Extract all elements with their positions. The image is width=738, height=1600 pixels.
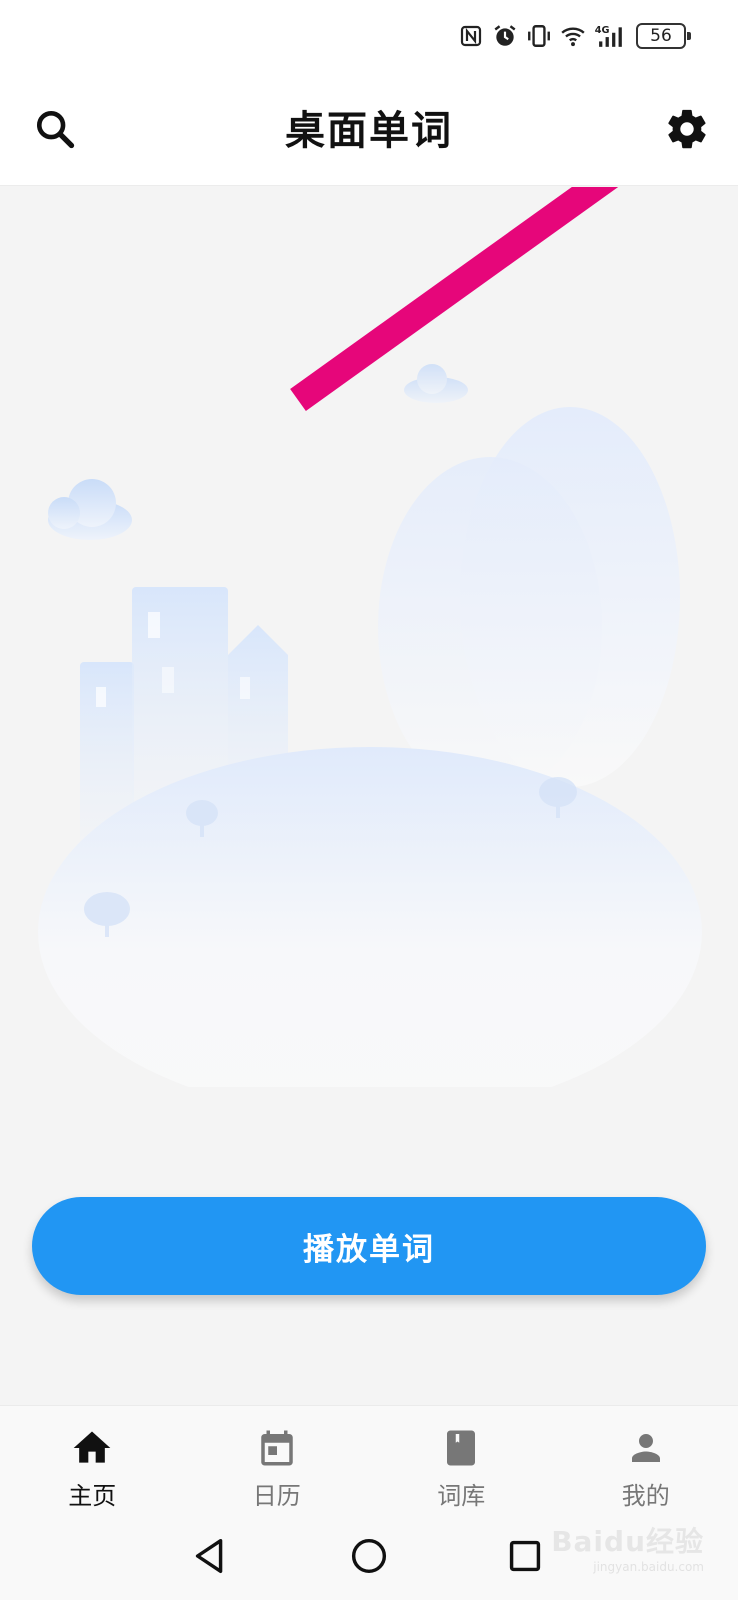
system-back-button[interactable]	[188, 1533, 234, 1579]
alarm-icon	[492, 23, 518, 49]
nav-item-home[interactable]: 主页	[0, 1406, 185, 1515]
status-bar: 4G 56	[0, 0, 738, 70]
nav-label: 词库	[437, 1482, 486, 1510]
nav-label: 主页	[68, 1482, 117, 1510]
play-words-button[interactable]: 播放单词	[32, 1197, 706, 1295]
system-recents-button[interactable]	[502, 1533, 548, 1579]
bottom-nav: 主页 日历 词库 我的	[0, 1405, 738, 1515]
person-icon	[622, 1424, 670, 1472]
svg-text:4G: 4G	[595, 25, 610, 36]
settings-button[interactable]	[664, 106, 710, 152]
page-title: 桌面单词	[285, 108, 453, 154]
app-bar: 桌面单词	[0, 70, 738, 186]
system-home-button[interactable]	[346, 1533, 392, 1579]
back-icon	[195, 1538, 223, 1574]
gear-icon	[668, 109, 706, 149]
system-nav-bar: Baidu经验 jingyan.baidu.com	[0, 1515, 738, 1600]
watermark-site: jingyan.baidu.com	[593, 1560, 704, 1574]
home-circle-icon	[351, 1538, 387, 1574]
nav-label: 日历	[252, 1482, 301, 1510]
book-icon	[437, 1424, 485, 1472]
wifi-icon	[560, 23, 586, 49]
nav-label: 我的	[621, 1482, 670, 1510]
signal-4g-icon: 4G	[594, 23, 628, 49]
empty-state-illustration	[38, 364, 702, 1087]
main-content: 播放单词	[0, 187, 738, 1405]
nav-item-wordbank[interactable]: 词库	[369, 1406, 554, 1515]
calendar-icon	[253, 1424, 301, 1472]
cloud-icon	[404, 364, 468, 403]
watermark: Baidu经验 jingyan.baidu.com	[551, 1520, 704, 1574]
recents-icon	[509, 1540, 541, 1572]
cloud-icon	[48, 479, 132, 540]
nav-item-profile[interactable]: 我的	[554, 1406, 738, 1515]
status-icons: 4G 56	[458, 20, 691, 52]
battery-indicator: 56	[636, 23, 691, 49]
watermark-logo: Baidu经验	[551, 1525, 704, 1558]
home-icon	[68, 1424, 116, 1472]
nfc-icon	[458, 23, 484, 49]
vibrate-icon	[526, 23, 552, 49]
nav-item-calendar[interactable]: 日历	[185, 1406, 370, 1515]
